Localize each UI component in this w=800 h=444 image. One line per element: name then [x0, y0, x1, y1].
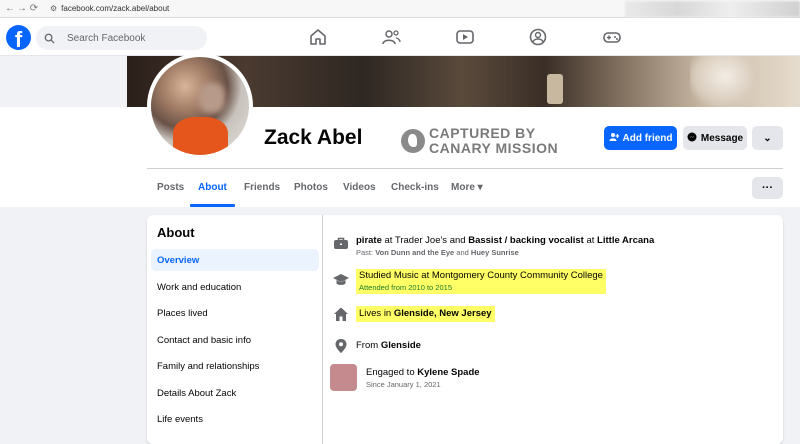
active-tab-indicator — [190, 204, 235, 207]
gaming-icon[interactable] — [602, 28, 622, 46]
tab-checkins[interactable]: Check-ins — [391, 182, 439, 193]
cover-photo-detail — [547, 74, 563, 104]
sidebar-item-life-events[interactable]: Life events — [151, 408, 319, 430]
location-pin-icon — [335, 339, 347, 353]
tab-about[interactable]: About — [198, 182, 227, 193]
url-field[interactable]: facebook.com/zack.abel/about — [61, 4, 169, 13]
relationship-prefix: Engaged to — [366, 367, 418, 378]
watch-icon[interactable] — [455, 28, 475, 46]
work-and: and — [447, 235, 469, 246]
tab-videos[interactable]: Videos — [343, 182, 376, 193]
avatar-detail — [173, 117, 228, 155]
search-placeholder: Search Facebook — [67, 32, 146, 44]
more-actions-button[interactable]: ··· — [752, 177, 783, 199]
reload-icon[interactable]: ⟳ — [28, 3, 40, 14]
education-row: Studied Music at Montgomery County Commu… — [333, 269, 606, 294]
work-role-2[interactable]: Bassist / backing vocalist — [468, 235, 584, 246]
work-at-1: at — [381, 235, 395, 246]
friends-icon[interactable] — [381, 28, 401, 46]
search-input[interactable]: Search Facebook — [36, 26, 207, 50]
search-icon — [44, 33, 55, 44]
messenger-icon — [687, 132, 697, 145]
message-label: Message — [700, 132, 744, 144]
add-friend-button[interactable]: Add friend — [604, 126, 677, 150]
tab-more[interactable]: More ▾ — [451, 182, 483, 193]
overlay-line-2: CANARY MISSION — [429, 140, 559, 156]
profile-avatar[interactable] — [147, 53, 253, 159]
partner-name[interactable]: Kylene Spade — [417, 367, 479, 378]
work-row: pirate at Trader Joe's and Bassist / bac… — [333, 235, 654, 258]
home-icon[interactable] — [308, 28, 328, 46]
groups-icon[interactable] — [528, 28, 548, 46]
education-dates: Attended from 2010 to 2015 — [359, 283, 452, 292]
browser-address-bar: ← → ⟳ ⚙ facebook.com/zack.abel/about — [0, 0, 800, 18]
canary-mission-overlay: CAPTURED BY CANARY MISSION — [401, 126, 558, 156]
tab-posts[interactable]: Posts — [157, 182, 184, 193]
work-place-2[interactable]: Little Arcana — [597, 235, 654, 246]
sidebar-item-details[interactable]: Details About Zack — [151, 382, 319, 404]
relationship-since: Since January 1, 2021 — [366, 380, 441, 389]
graduation-cap-icon — [333, 274, 349, 285]
header-divider — [147, 168, 783, 169]
profile-name: Zack Abel — [264, 126, 363, 149]
sidebar-item-work-education[interactable]: Work and education — [151, 276, 319, 298]
message-button[interactable]: Message — [683, 126, 747, 150]
lives-in-prefix: Lives in — [359, 308, 394, 319]
sidebar-item-overview[interactable]: Overview — [151, 249, 319, 271]
facebook-topbar: f Search Facebook — [0, 18, 800, 56]
past-workplace-1[interactable]: Von Dunn and the Eye — [375, 248, 454, 257]
about-card: About Overview Work and education Places… — [147, 215, 783, 444]
add-friend-label: Add friend — [622, 132, 673, 144]
hometown-row: From Glenside — [333, 338, 421, 354]
house-icon — [334, 307, 348, 321]
briefcase-icon — [334, 237, 348, 249]
lives-in-row: Lives in Glenside, New Jersey — [333, 306, 495, 322]
lives-in-place[interactable]: Glenside, New Jersey — [394, 308, 492, 319]
cover-photo-detail — [690, 56, 760, 107]
chevron-down-icon: ⌄ — [763, 132, 772, 144]
hometown-place[interactable]: Glenside — [381, 340, 421, 351]
overlay-line-1: CAPTURED BY — [429, 125, 536, 141]
avatar-blurred-face — [199, 83, 225, 113]
past-and: and — [454, 248, 471, 257]
work-role-1[interactable]: pirate — [356, 235, 382, 246]
partner-avatar[interactable] — [330, 364, 357, 391]
about-sidebar: About Overview Work and education Places… — [147, 215, 323, 444]
sidebar-item-places-lived[interactable]: Places lived — [151, 302, 319, 324]
back-arrow-icon[interactable]: ← — [4, 3, 16, 14]
sidebar-item-contact-info[interactable]: Contact and basic info — [151, 329, 319, 351]
facebook-logo-icon[interactable]: f — [6, 25, 31, 50]
more-options-button[interactable]: ⌄ — [752, 126, 783, 150]
about-title: About — [157, 225, 195, 240]
tab-photos[interactable]: Photos — [294, 182, 328, 193]
tab-friends[interactable]: Friends — [244, 182, 280, 193]
canary-bird-icon — [401, 129, 425, 153]
past-label: Past: — [356, 248, 376, 257]
site-settings-icon[interactable]: ⚙ — [50, 4, 57, 13]
past-workplace-2[interactable]: Huey Sunrise — [471, 248, 519, 257]
work-place-1[interactable]: Trader Joe's — [395, 235, 447, 246]
add-friend-icon — [609, 132, 619, 145]
work-at-2: at — [583, 235, 598, 246]
blurred-toolbar — [625, 1, 800, 17]
relationship-row: Engaged to Kylene Spade Since January 1,… — [330, 364, 480, 391]
education-line[interactable]: Studied Music at Montgomery County Commu… — [359, 270, 603, 282]
sidebar-item-family-relationships[interactable]: Family and relationships — [151, 355, 319, 377]
forward-arrow-icon[interactable]: → — [16, 3, 28, 14]
hometown-prefix: From — [356, 340, 381, 351]
